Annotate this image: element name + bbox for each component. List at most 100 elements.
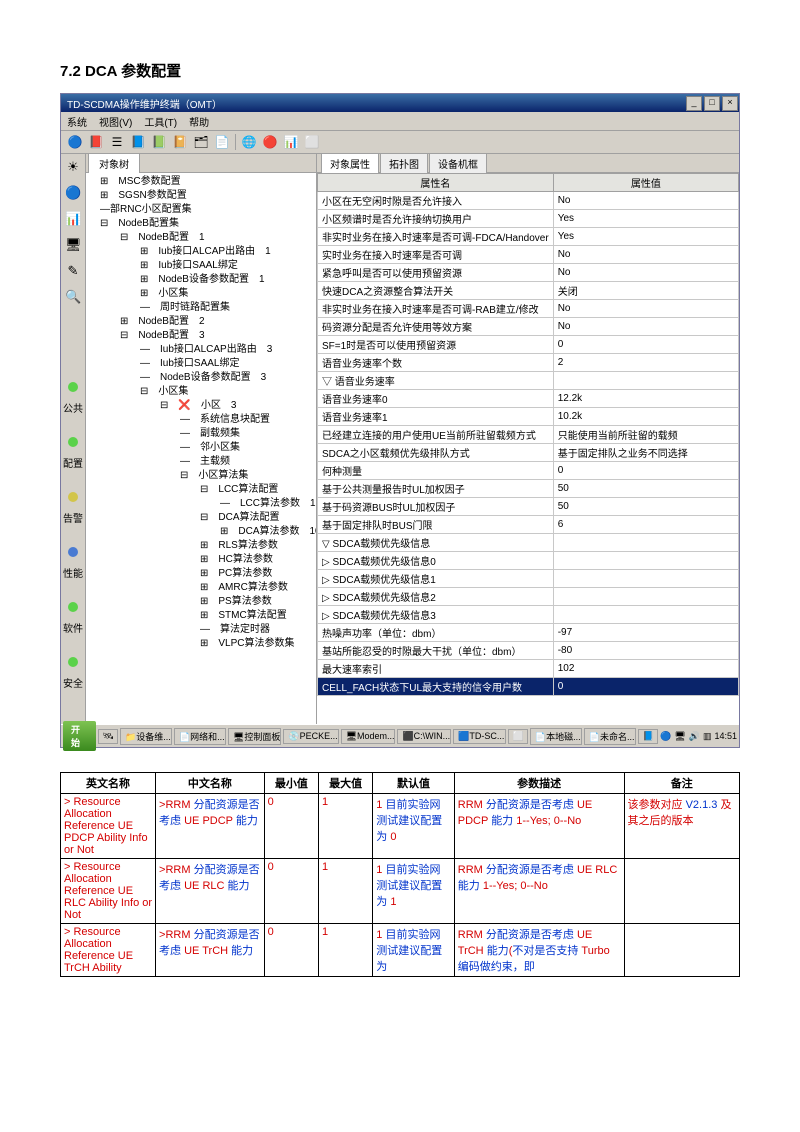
toolbar-icon[interactable]: ☰ [109, 134, 125, 150]
tray-icon[interactable]: 🖥 [674, 731, 685, 742]
tree-node[interactable]: ⊞ SGSN参数配置 [100, 189, 314, 203]
menu-item[interactable]: 帮助 [189, 114, 209, 129]
property-value[interactable] [553, 570, 738, 588]
property-name[interactable]: 码资源分配是否允许使用等效方案 [318, 318, 554, 336]
sidebar-label[interactable]: 配置 [63, 455, 83, 470]
taskbar-item[interactable]: 🖥控制面板 [228, 728, 282, 745]
tree-node[interactable]: ⊞ VLPC算法参数集 [100, 637, 314, 651]
toolbar-icon[interactable]: 📘 [130, 134, 146, 150]
sidebar-icon[interactable]: 📊 [64, 210, 82, 228]
tree-node[interactable]: ⊞ MSC参数配置 [100, 175, 314, 189]
property-name[interactable]: SF=1时是否可以使用预留资源 [318, 336, 554, 354]
menu-item[interactable]: 视图(V) [99, 114, 132, 129]
property-name[interactable]: CELL_FACH状态下UL最大支持的信令用户数 [318, 678, 554, 696]
tree-node[interactable]: — 周时链路配置集 [100, 301, 314, 315]
property-value[interactable]: 0 [553, 678, 738, 696]
toolbar-icon[interactable]: 📊 [283, 134, 299, 150]
sidebar-label[interactable]: 安全 [63, 675, 83, 690]
tree-node[interactable]: ⊟ DCA算法配置 [100, 511, 314, 525]
tree-node[interactable]: — Iub接口SAAL绑定 [100, 357, 314, 371]
maximize-button[interactable]: □ [704, 96, 720, 111]
tree-node[interactable]: ⊟ ❌ 小区 3 [100, 399, 314, 413]
property-value[interactable]: 只能使用当前所驻留的载频 [553, 426, 738, 444]
property-value[interactable] [553, 606, 738, 624]
property-name[interactable]: 已经建立连接的用户使用UE当前所驻留载频方式 [318, 426, 554, 444]
tree-node[interactable]: — 系统信息块配置 [100, 413, 314, 427]
tree-node[interactable]: ⊟ 小区算法集 [100, 469, 314, 483]
tree-node[interactable]: — 算法定时器 [100, 623, 314, 637]
sidebar-label[interactable]: 公共 [63, 400, 83, 415]
tree-node[interactable]: — Iub接口ALCAP出路由 3 [100, 343, 314, 357]
property-value[interactable]: No [553, 192, 738, 210]
taskbar-item[interactable]: 📘 [638, 729, 658, 744]
property-name[interactable]: ▽ 语音业务速率 [318, 372, 554, 390]
tree-node[interactable]: —部RNC小区配置集 [100, 203, 314, 217]
property-value[interactable] [553, 552, 738, 570]
start-button[interactable]: 开始 [63, 721, 96, 751]
close-button[interactable]: × [722, 96, 738, 111]
property-name[interactable]: 何种测量 [318, 462, 554, 480]
property-name[interactable]: 基于固定排队时BUS门限 [318, 516, 554, 534]
tree-node[interactable]: — NodeB设备参数配置 3 [100, 371, 314, 385]
menu-item[interactable]: 工具(T) [144, 114, 177, 129]
toolbar-icon[interactable]: 📗 [151, 134, 167, 150]
property-value[interactable]: No [553, 318, 738, 336]
property-value[interactable] [553, 534, 738, 552]
sidebar-icon[interactable]: 🔵 [64, 184, 82, 202]
property-name[interactable]: 实时业务在接入时速率是否可调 [318, 246, 554, 264]
property-tab[interactable]: 设备机框 [429, 153, 487, 173]
property-value[interactable]: 关闭 [553, 282, 738, 300]
tray-icon[interactable]: 🔵 [660, 731, 671, 742]
taskbar-item[interactable]: 📄网络和... [174, 728, 226, 745]
property-name[interactable]: 语音业务速率1 [318, 408, 554, 426]
toolbar-icon[interactable]: 🌐 [241, 134, 257, 150]
taskbar-item[interactable]: ⬛C:\WIN... [397, 729, 451, 744]
property-value[interactable]: 12.2k [553, 390, 738, 408]
tree-node[interactable]: ⊞ HC算法参数 [100, 553, 314, 567]
property-name[interactable]: ▷ SDCA载频优先级信息1 [318, 570, 554, 588]
property-name[interactable]: 语音业务速率个数 [318, 354, 554, 372]
sidebar-label[interactable]: 告警 [63, 510, 83, 525]
property-name[interactable]: 语音业务速率0 [318, 390, 554, 408]
property-value[interactable]: 50 [553, 498, 738, 516]
tree-node[interactable]: — 副载频集 [100, 427, 314, 441]
property-name[interactable]: 紧急呼叫是否可以使用预留资源 [318, 264, 554, 282]
property-value[interactable]: 2 [553, 354, 738, 372]
property-value[interactable]: -97 [553, 624, 738, 642]
property-name[interactable]: 小区频谱时是否允许接纳切换用户 [318, 210, 554, 228]
property-name[interactable]: SDCA之小区载频优先级排队方式 [318, 444, 554, 462]
tree-node[interactable]: ⊞ DCA算法参数 10079 [100, 525, 314, 539]
property-value[interactable]: No [553, 264, 738, 282]
property-name[interactable]: 非实时业务在接入时速率是否可调-FDCA/Handover [318, 228, 554, 246]
tree-node[interactable]: ⊞ NodeB设备参数配置 1 [100, 273, 314, 287]
sidebar-icon[interactable]: 🖥 [64, 236, 82, 254]
sidebar-icon[interactable]: 🔍 [64, 288, 82, 306]
tree-node[interactable]: ⊟ NodeB配置 3 [100, 329, 314, 343]
taskbar-item[interactable]: ⬜ [508, 729, 528, 744]
tree-node[interactable]: — 邻小区集 [100, 441, 314, 455]
property-name[interactable]: ▷ SDCA载频优先级信息0 [318, 552, 554, 570]
taskbar-item[interactable]: 🖥Modem... [341, 729, 396, 744]
tree-node[interactable]: ⊟ NodeB配置 1 [100, 231, 314, 245]
tree-node[interactable]: ⊟ NodeB配置集 [100, 217, 314, 231]
toolbar-icon[interactable]: 🔴 [262, 134, 278, 150]
taskbar-item[interactable]: 📁设备维... [120, 728, 172, 745]
tree-node[interactable]: ⊞ NodeB配置 2 [100, 315, 314, 329]
tree-node[interactable]: ⊞ RLS算法参数 [100, 539, 314, 553]
property-value[interactable] [553, 372, 738, 390]
property-value[interactable]: 0 [553, 336, 738, 354]
tray-icon[interactable]: ▥ [703, 731, 712, 742]
tree-node[interactable]: ⊞ Iub接口SAAL绑定 [100, 259, 314, 273]
toolbar-icon[interactable]: 📄 [214, 134, 230, 150]
tree-node[interactable]: ⊞ AMRC算法参数 [100, 581, 314, 595]
property-value[interactable]: Yes [553, 210, 738, 228]
title-bar[interactable]: TD-SCDMA操作维护终端（OMT） _ □ × [61, 94, 739, 112]
sidebar-icon[interactable]: ✎ [64, 262, 82, 280]
property-value[interactable]: Yes [553, 228, 738, 246]
property-tab[interactable]: 对象属性 [321, 153, 379, 173]
property-name[interactable]: 热噪声功率（单位：dbm） [318, 624, 554, 642]
property-name[interactable]: 基于码资源BUS时UL加权因子 [318, 498, 554, 516]
tree-node[interactable]: ⊞ Iub接口ALCAP出路由 1 [100, 245, 314, 259]
tree-node[interactable]: ⊞ STMC算法配置 [100, 609, 314, 623]
property-name[interactable]: ▷ SDCA载频优先级信息3 [318, 606, 554, 624]
